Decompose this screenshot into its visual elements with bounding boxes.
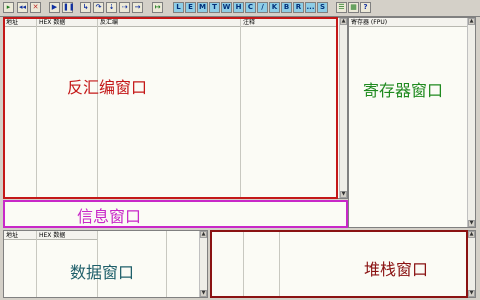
column-divider — [166, 231, 167, 297]
close-icon[interactable]: ✕ — [30, 2, 41, 13]
stack-window-label: 堆栈窗口 — [364, 260, 429, 279]
executable-modules-button[interactable]: E — [185, 2, 196, 13]
handles-button[interactable]: H — [233, 2, 244, 13]
column-divider — [97, 18, 98, 198]
animate-over-icon[interactable]: ⇢ — [119, 2, 130, 13]
memory-map-button[interactable]: M — [197, 2, 208, 13]
execute-till-return-icon[interactable]: → — [132, 2, 143, 13]
scroll-up-icon[interactable]: ▲ — [340, 18, 347, 25]
restart-icon[interactable]: ◂◂ — [17, 2, 28, 13]
registers-window-label: 寄存器窗口 — [363, 81, 444, 100]
help-icon[interactable]: ? — [360, 2, 371, 13]
options-icon[interactable]: ▦ — [348, 2, 359, 13]
stack-pane[interactable]: ▲ ▼ — [210, 230, 476, 298]
dump-scrollbar[interactable]: ▲ ▼ — [199, 231, 207, 297]
call-stack-button[interactable]: K — [269, 2, 280, 13]
step-into-icon[interactable]: ↳ — [80, 2, 91, 13]
scroll-down-icon[interactable]: ▼ — [200, 290, 207, 297]
patches-button[interactable]: / — [257, 2, 268, 13]
registers-header[interactable]: 寄存器 (FPU) — [349, 18, 469, 27]
step-over-icon[interactable]: ↷ — [93, 2, 104, 13]
registers-scrollbar[interactable]: ▲ ▼ — [467, 18, 475, 227]
goto-address-icon[interactable]: ↦ — [152, 2, 163, 13]
column-disassembly[interactable]: 反汇编 — [98, 18, 240, 27]
log-window-button[interactable]: L — [173, 2, 184, 13]
registers-pane[interactable]: 寄存器 (FPU) ▲ ▼ — [348, 17, 476, 228]
breakpoints-button[interactable]: B — [281, 2, 292, 13]
run-icon[interactable]: ▶ — [49, 2, 60, 13]
toolbar: ▸ ◂◂ ✕ ▶ ❚❚ ↳ ↷ ⇣ ⇢ → ↦ L E M T W H C / … — [0, 0, 480, 17]
scroll-down-icon[interactable]: ▼ — [340, 191, 347, 198]
info-pane[interactable] — [3, 200, 348, 228]
pause-icon[interactable]: ❚❚ — [62, 2, 75, 13]
windows-button[interactable]: W — [221, 2, 232, 13]
scroll-up-icon[interactable]: ▲ — [200, 231, 207, 238]
column-hex-data[interactable]: HEX 数据 — [37, 18, 97, 27]
animate-into-icon[interactable]: ⇣ — [106, 2, 117, 13]
cpu-button[interactable]: C — [245, 2, 256, 13]
column-divider — [36, 231, 37, 297]
disassembly-scrollbar[interactable]: ▲ ▼ — [339, 18, 347, 198]
open-file-icon[interactable]: ▸ — [3, 2, 14, 13]
column-address[interactable]: 地址 — [4, 18, 36, 27]
list-view-icon[interactable]: ☰ — [336, 2, 347, 13]
scroll-down-icon[interactable]: ▼ — [468, 220, 475, 227]
threads-button[interactable]: T — [209, 2, 220, 13]
column-comment[interactable]: 注释 — [241, 18, 338, 27]
column-hex-data[interactable]: HEX 数据 — [37, 231, 97, 240]
source-button[interactable]: S — [317, 2, 328, 13]
scroll-up-icon[interactable]: ▲ — [468, 231, 475, 238]
dump-window-label: 数据窗口 — [70, 263, 135, 282]
disassembly-pane[interactable]: 地址 HEX 数据 反汇编 注释 ▲ ▼ — [3, 17, 348, 199]
column-address[interactable]: 地址 — [4, 231, 36, 240]
references-button[interactable]: R — [293, 2, 304, 13]
info-window-label: 信息窗口 — [77, 207, 142, 226]
disassembly-window-label: 反汇编窗口 — [67, 78, 148, 97]
column-divider — [240, 18, 241, 198]
scroll-down-icon[interactable]: ▼ — [468, 290, 475, 297]
column-divider — [279, 231, 280, 297]
column-divider — [36, 18, 37, 198]
scroll-up-icon[interactable]: ▲ — [468, 18, 475, 25]
column-divider — [243, 231, 244, 297]
stack-scrollbar[interactable]: ▲ ▼ — [467, 231, 475, 297]
run-trace-button[interactable]: ... — [305, 2, 316, 13]
